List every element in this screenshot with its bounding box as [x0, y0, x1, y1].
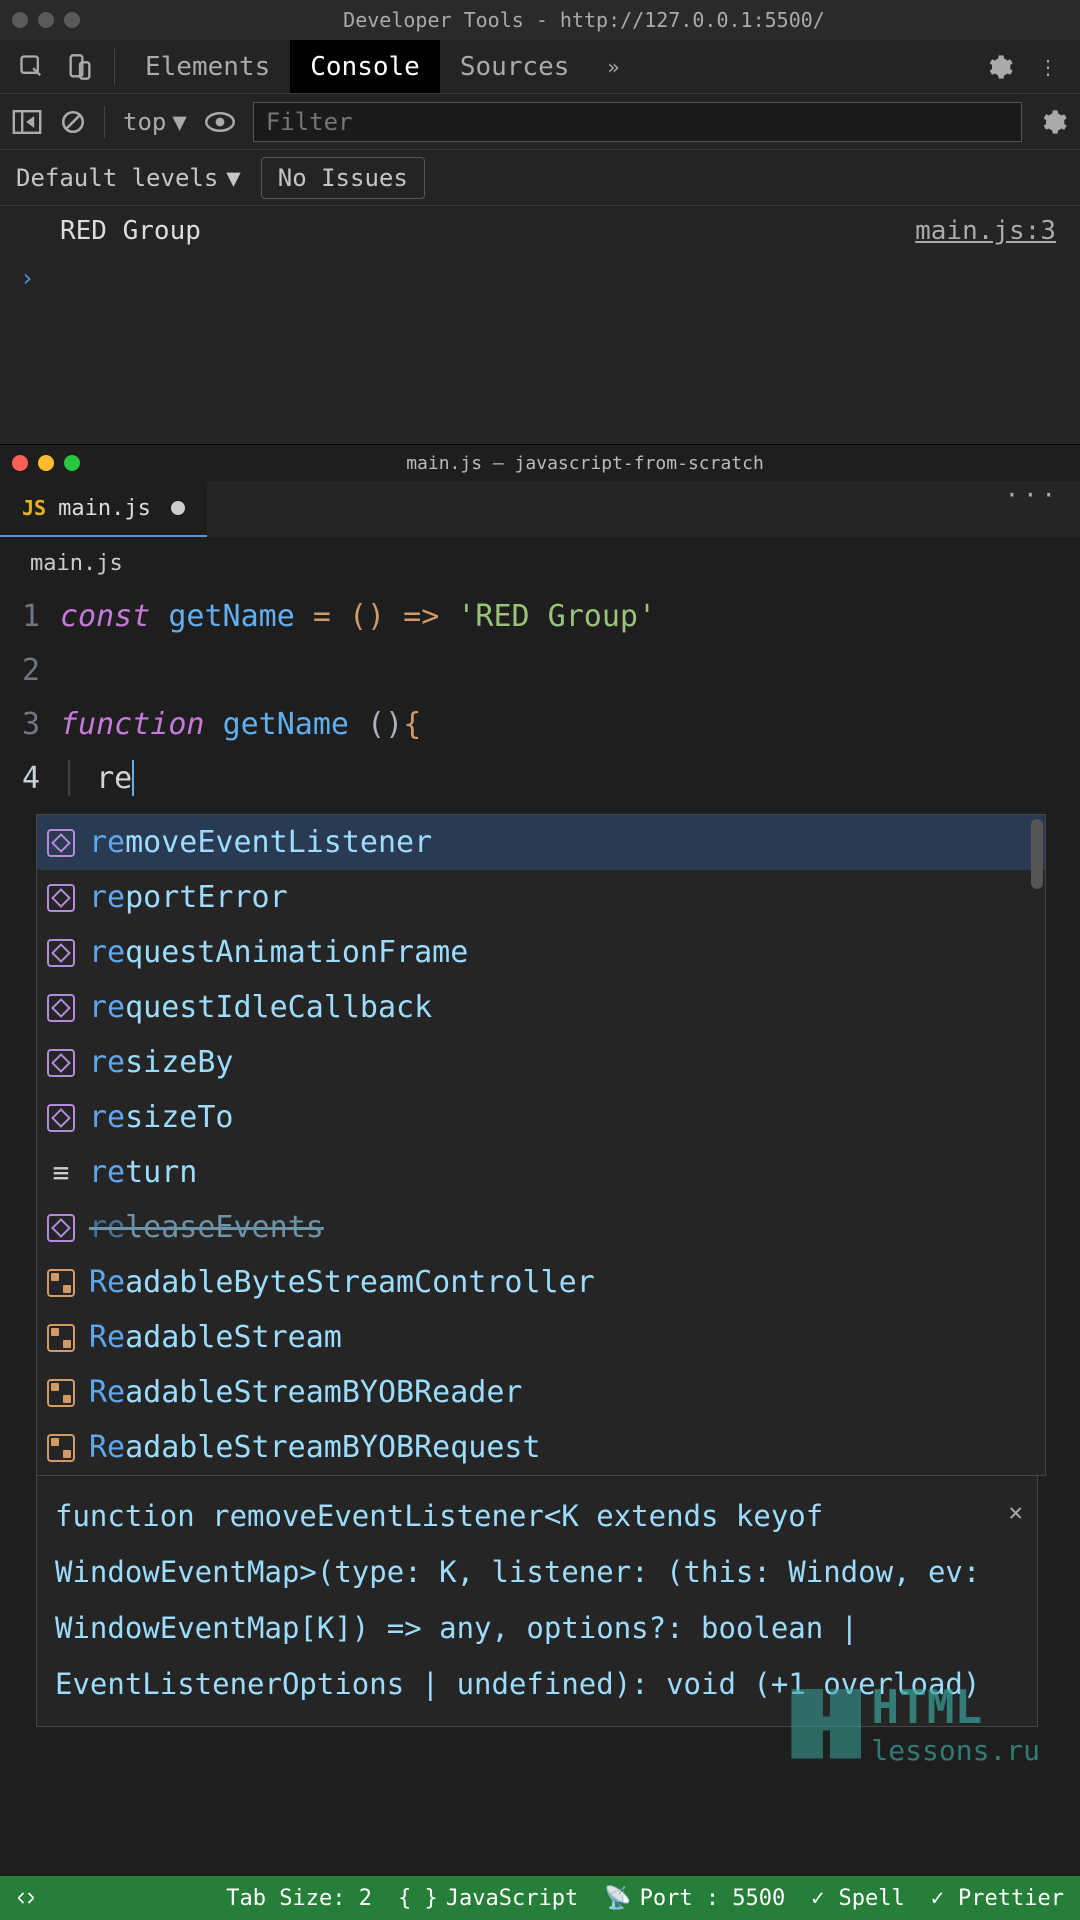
- vscode-title: main.js — javascript-from-scratch: [102, 453, 1068, 474]
- class-icon: [47, 1269, 75, 1297]
- live-expression-icon[interactable]: [205, 111, 235, 133]
- device-icon[interactable]: [62, 49, 98, 85]
- scrollbar[interactable]: [1031, 819, 1043, 889]
- context-selector[interactable]: top ▼: [123, 108, 187, 136]
- cube-icon: [47, 1104, 75, 1132]
- toggle-sidebar-icon[interactable]: [12, 110, 42, 134]
- autocomplete-item[interactable]: ReadableStream: [37, 1310, 1045, 1365]
- clear-icon[interactable]: [60, 109, 86, 135]
- cube-icon: [47, 829, 75, 857]
- log-location[interactable]: main.js:3: [915, 216, 1056, 246]
- chevron-down-icon: ▼: [226, 164, 240, 192]
- maximize-dot[interactable]: [64, 12, 80, 28]
- autocomplete-item[interactable]: ReadableByteStreamController: [37, 1255, 1045, 1310]
- remote-icon[interactable]: [16, 1888, 36, 1908]
- watermark: HTML lessons.ru: [791, 1680, 1040, 1767]
- console-toolbar-2: Default levels ▼ No Issues: [0, 150, 1080, 206]
- console-prompt[interactable]: ›: [0, 256, 1080, 300]
- devtools-title: Developer Tools - http://127.0.0.1:5500/: [100, 8, 1068, 32]
- more-tabs-icon[interactable]: »: [595, 49, 631, 85]
- close-dot[interactable]: [12, 455, 28, 471]
- autocomplete-item[interactable]: removeEventListener: [37, 815, 1045, 870]
- vscode-titlebar: main.js — javascript-from-scratch: [0, 445, 1080, 481]
- cube-icon: [47, 994, 75, 1022]
- class-icon: [47, 1324, 75, 1352]
- class-icon: [47, 1379, 75, 1407]
- tab-main-js[interactable]: JS main.js: [0, 481, 207, 537]
- traffic-lights: [12, 455, 80, 471]
- autocomplete-item[interactable]: ReadableStreamBYOBRequest: [37, 1420, 1045, 1475]
- inspect-icon[interactable]: [14, 49, 50, 85]
- tab-actions-icon[interactable]: ···: [985, 481, 1080, 537]
- devtools-window: Developer Tools - http://127.0.0.1:5500/…: [0, 0, 1080, 445]
- cube-icon: [47, 1214, 75, 1242]
- js-icon: JS: [22, 496, 46, 520]
- maximize-dot[interactable]: [64, 455, 80, 471]
- status-port[interactable]: 📡 Port : 5500: [604, 1886, 785, 1911]
- autocomplete-item[interactable]: ReadableStreamBYOBReader: [37, 1365, 1045, 1420]
- minimize-dot[interactable]: [38, 455, 54, 471]
- status-tabsize[interactable]: Tab Size: 2: [226, 1886, 372, 1911]
- kebab-icon[interactable]: ⋮: [1030, 49, 1066, 85]
- breadcrumb[interactable]: main.js: [0, 537, 1080, 590]
- console-settings-icon[interactable]: [1040, 108, 1068, 136]
- autocomplete-popup: removeEventListenerreportErrorrequestAni…: [36, 814, 1046, 1476]
- tab-filename: main.js: [58, 496, 151, 521]
- kw-icon: [47, 1159, 75, 1187]
- close-icon[interactable]: ✕: [1009, 1484, 1023, 1540]
- autocomplete-item[interactable]: requestAnimationFrame: [37, 925, 1045, 980]
- devtools-titlebar: Developer Tools - http://127.0.0.1:5500/: [0, 0, 1080, 40]
- no-issues-badge[interactable]: No Issues: [261, 157, 425, 199]
- console-log-row: RED Group main.js:3: [0, 206, 1080, 256]
- tab-sources[interactable]: Sources: [440, 40, 590, 93]
- log-levels-selector[interactable]: Default levels ▼: [16, 164, 241, 192]
- status-prettier[interactable]: Prettier: [931, 1886, 1064, 1911]
- minimize-dot[interactable]: [38, 12, 54, 28]
- editor-tabs: JS main.js ···: [0, 481, 1080, 537]
- autocomplete-item[interactable]: reportError: [37, 870, 1045, 925]
- cube-icon: [47, 884, 75, 912]
- log-message: RED Group: [60, 216, 201, 246]
- chevron-down-icon: ▼: [172, 108, 186, 136]
- dirty-indicator: [171, 501, 185, 515]
- autocomplete-item[interactable]: requestIdleCallback: [37, 980, 1045, 1035]
- devtools-tabs: Elements Console Sources » ⋮: [0, 40, 1080, 94]
- filter-input[interactable]: [253, 102, 1022, 142]
- class-icon: [47, 1434, 75, 1462]
- autocomplete-item[interactable]: return: [37, 1145, 1045, 1200]
- status-spell[interactable]: Spell: [811, 1886, 904, 1911]
- settings-icon[interactable]: [982, 49, 1018, 85]
- traffic-lights: [12, 12, 80, 28]
- cube-icon: [47, 1049, 75, 1077]
- tab-console[interactable]: Console: [290, 40, 440, 93]
- vscode-window: main.js — javascript-from-scratch JS mai…: [0, 445, 1080, 1876]
- status-bar: Tab Size: 2 { } JavaScript 📡 Port : 5500…: [0, 1876, 1080, 1920]
- status-language[interactable]: { } JavaScript: [398, 1886, 578, 1911]
- watermark-logo: [791, 1689, 861, 1759]
- autocomplete-item[interactable]: releaseEvents: [37, 1200, 1045, 1255]
- signature-text: function removeEventListener<K extends k…: [55, 1499, 980, 1701]
- close-dot[interactable]: [12, 12, 28, 28]
- console-toolbar: top ▼: [0, 94, 1080, 150]
- tab-elements[interactable]: Elements: [125, 40, 290, 93]
- autocomplete-item[interactable]: resizeTo: [37, 1090, 1045, 1145]
- cube-icon: [47, 939, 75, 967]
- autocomplete-item[interactable]: resizeBy: [37, 1035, 1045, 1090]
